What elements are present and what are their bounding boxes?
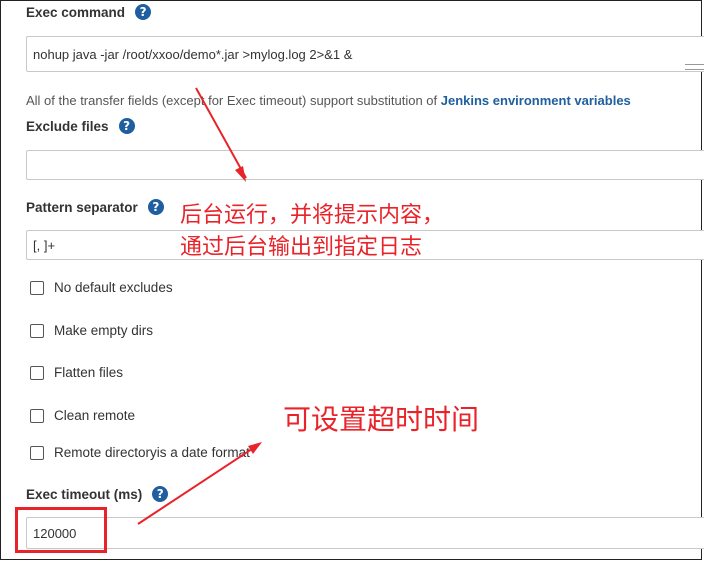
annotation-arrows: [137, 87, 262, 525]
arrow-line-1: [195, 87, 247, 179]
arrow-head-1: [235, 166, 246, 182]
arrow-head-2: [248, 442, 262, 454]
arrow-line-2: [137, 444, 259, 525]
